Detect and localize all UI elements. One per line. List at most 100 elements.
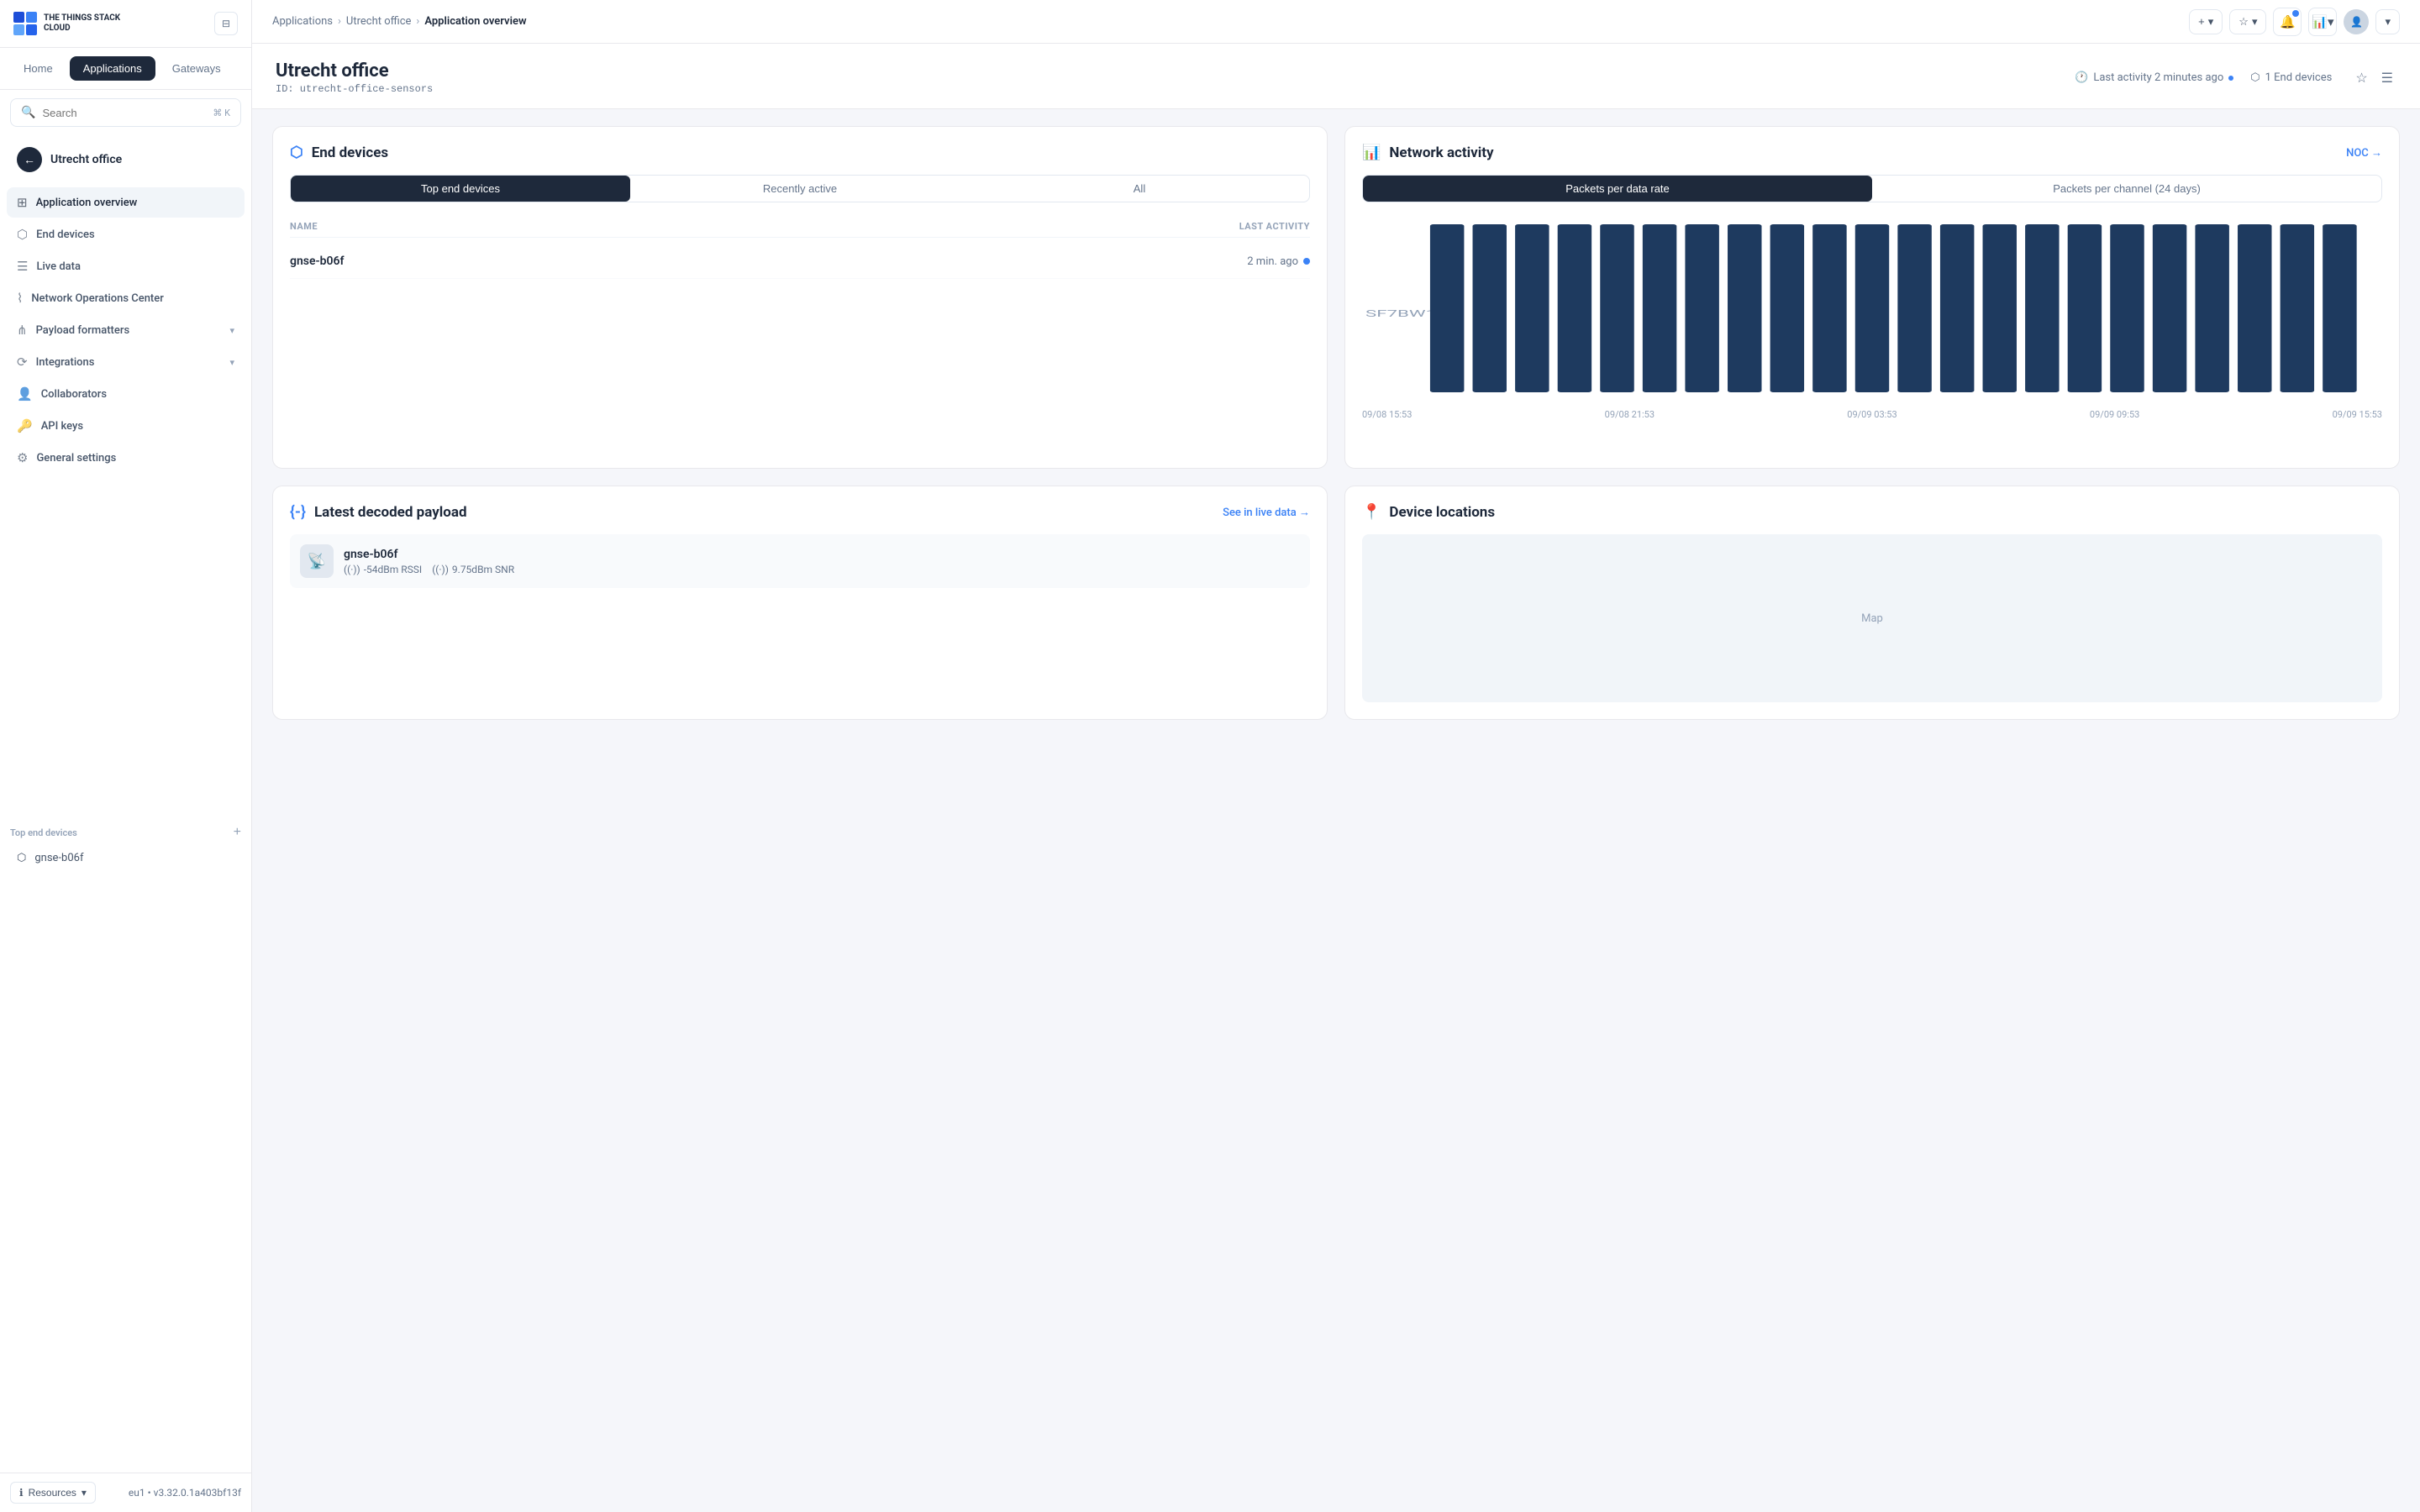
sidebar-header: THE THINGS STACK CLOUD ⊟ bbox=[0, 0, 251, 48]
device-filter-tabs: Top end devices Recently active All bbox=[290, 175, 1310, 202]
end-devices-count: 1 End devices bbox=[2265, 71, 2333, 84]
user-avatar-button[interactable]: 👤 bbox=[2344, 9, 2369, 34]
device-table-header: NAME LAST ACTIVITY bbox=[290, 216, 1310, 238]
end-devices-count-item[interactable]: ⬡ 1 End devices bbox=[2250, 71, 2332, 84]
tab-home[interactable]: Home bbox=[10, 56, 66, 81]
sidebar-item-collaborators[interactable]: 👤 Collaborators bbox=[7, 379, 245, 409]
snr-value: ((·)) 9.75dBm SNR bbox=[432, 564, 514, 575]
bookmark-chevron-icon: ▾ bbox=[2252, 15, 2258, 29]
tab-gateways[interactable]: Gateways bbox=[159, 56, 234, 81]
network-icon: 📊 bbox=[1362, 144, 1381, 161]
activity-icon: 🕐 bbox=[2075, 71, 2088, 84]
page-header-icons: ☆ ☰ bbox=[2352, 66, 2396, 90]
add-device-button[interactable]: + bbox=[234, 825, 241, 840]
logo-sq-3 bbox=[13, 24, 24, 35]
sidebar-item-end-devices[interactable]: ⬡ End devices bbox=[7, 219, 245, 249]
last-activity-item: 🕐 Last activity 2 minutes ago bbox=[2075, 71, 2233, 84]
api-keys-icon: 🔑 bbox=[17, 418, 33, 433]
dashboard-icon: 📊 bbox=[2312, 14, 2328, 29]
sidebar-device-gnse-b06f[interactable]: ⬡ gnse-b06f bbox=[7, 845, 245, 871]
page-title: Utrecht office bbox=[276, 60, 433, 81]
payload-device-info: gnse-b06f ((·)) -54dBm RSSI ((·)) 9.75dB… bbox=[344, 548, 514, 575]
dashboard-chevron-icon: ▾ bbox=[2328, 14, 2334, 29]
resources-icon: ℹ bbox=[19, 1487, 24, 1499]
sidebar-menu: ⊞ Application overview ⬡ End devices ☰ L… bbox=[0, 184, 251, 815]
logo-sq-1 bbox=[13, 12, 24, 23]
col-name: NAME bbox=[290, 221, 318, 232]
topbar: Applications › Utrecht office › Applicat… bbox=[252, 0, 2420, 44]
noc-icon: ⌇ bbox=[17, 291, 23, 306]
sidebar-item-live-data[interactable]: ☰ Live data bbox=[7, 251, 245, 281]
search-box: 🔍 ⌘ K bbox=[10, 98, 241, 127]
logo-icon bbox=[13, 12, 37, 35]
breadcrumb-application[interactable]: Utrecht office bbox=[346, 15, 412, 28]
settings-icon: ⚙ bbox=[17, 450, 28, 465]
devices-icon: ⬡ bbox=[17, 227, 28, 242]
tab-top-end-devices[interactable]: Top end devices bbox=[291, 176, 630, 202]
x-label-2: 09/08 21:53 bbox=[1605, 409, 1655, 420]
page-id: ID: utrecht-office-sensors bbox=[276, 83, 433, 95]
search-icon: 🔍 bbox=[21, 106, 35, 119]
sidebar-item-integrations[interactable]: ⟳ Integrations ▾ bbox=[7, 347, 245, 377]
sidebar-item-payload-formatters[interactable]: ⋔ Payload formatters ▾ bbox=[7, 315, 245, 345]
payload-device-name: gnse-b06f bbox=[344, 548, 514, 561]
x-label-5: 09/09 15:53 bbox=[2333, 409, 2382, 420]
tab-applications[interactable]: Applications bbox=[70, 56, 155, 81]
network-activity-title: 📊 Network activity bbox=[1362, 144, 1494, 161]
dashboard-button[interactable]: 📊 ▾ bbox=[2308, 8, 2337, 36]
add-button[interactable]: + ▾ bbox=[2189, 9, 2223, 34]
breadcrumb-applications[interactable]: Applications bbox=[272, 15, 333, 28]
tab-recently-active[interactable]: Recently active bbox=[630, 176, 970, 202]
logo-sq-4 bbox=[26, 24, 37, 35]
version-label: eu1 • v3.32.0.1a403bf13f bbox=[129, 1487, 241, 1499]
rssi-value: ((·)) -54dBm RSSI bbox=[344, 564, 422, 575]
page-header: Utrecht office ID: utrecht-office-sensor… bbox=[252, 44, 2420, 109]
search-shortcut: ⌘ K bbox=[213, 108, 230, 118]
tab-packets-channel[interactable]: Packets per channel (24 days) bbox=[1872, 176, 2381, 202]
page-menu-button[interactable]: ☰ bbox=[2378, 66, 2396, 90]
topbar-actions: + ▾ ☆ ▾ 🔔 📊 ▾ 👤 ▾ bbox=[2189, 8, 2400, 36]
back-arrow-icon: ← bbox=[17, 147, 42, 172]
search-input[interactable] bbox=[42, 107, 206, 119]
bookmark-button[interactable]: ☆ ▾ bbox=[2229, 9, 2266, 34]
logo-area: THE THINGS STACK CLOUD bbox=[13, 12, 120, 35]
payload-icon: {-} bbox=[290, 503, 306, 521]
content-grid: ⬡ End devices Top end devices Recently a… bbox=[252, 109, 2420, 737]
sidebar-item-general-settings[interactable]: ⚙ General settings bbox=[7, 443, 245, 473]
chart-filter-tabs: Packets per data rate Packets per channe… bbox=[1362, 175, 2382, 202]
network-activity-card-header: 📊 Network activity NOC → bbox=[1362, 144, 2382, 161]
activity-dot bbox=[1303, 258, 1310, 265]
notifications-button[interactable]: 🔔 bbox=[2273, 8, 2302, 36]
snr-icon: ((·)) bbox=[432, 564, 449, 575]
logo-text: THE THINGS STACK CLOUD bbox=[44, 13, 120, 34]
chart-bars: SF7BW1... bbox=[1362, 216, 2382, 401]
device-locations-card: 📍 Device locations Map bbox=[1344, 486, 2400, 720]
device-icon: ⬡ bbox=[17, 852, 26, 864]
sidebar: THE THINGS STACK CLOUD ⊟ Home Applicatio… bbox=[0, 0, 252, 1512]
plus-icon: + bbox=[2198, 15, 2205, 28]
device-row[interactable]: gnse-b06f 2 min. ago bbox=[290, 244, 1310, 279]
sidebar-back-button[interactable]: ← Utrecht office bbox=[7, 139, 245, 181]
user-menu-button[interactable]: ▾ bbox=[2375, 9, 2400, 34]
collaborators-icon: 👤 bbox=[17, 386, 33, 402]
sidebar-item-noc[interactable]: ⌇ Network Operations Center bbox=[7, 283, 245, 313]
sidebar-item-overview[interactable]: ⊞ Application overview bbox=[7, 187, 245, 218]
noc-link[interactable]: NOC → bbox=[2346, 146, 2382, 160]
live-data-icon: ☰ bbox=[17, 259, 28, 274]
network-chart: SF7BW1... bbox=[1362, 216, 2382, 451]
page-bookmark-button[interactable]: ☆ bbox=[2352, 66, 2370, 90]
resources-button[interactable]: ℹ Resources ▾ bbox=[10, 1482, 96, 1504]
x-label-4: 09/09 09:53 bbox=[2090, 409, 2139, 420]
payload-device-row[interactable]: 📡 gnse-b06f ((·)) -54dBm RSSI ((·)) 9.75… bbox=[290, 534, 1310, 588]
page-header-meta: 🕐 Last activity 2 minutes ago ⬡ 1 End de… bbox=[2075, 71, 2332, 84]
see-live-data-link[interactable]: See in live data → bbox=[1223, 506, 1310, 519]
integrations-icon: ⟳ bbox=[17, 354, 28, 370]
sidebar-collapse-button[interactable]: ⊟ bbox=[214, 12, 238, 35]
tab-packets-data-rate[interactable]: Packets per data rate bbox=[1363, 176, 1872, 202]
sidebar-item-api-keys[interactable]: 🔑 API keys bbox=[7, 411, 245, 441]
main-content: Applications › Utrecht office › Applicat… bbox=[252, 0, 2420, 1512]
chevron-down-icon-2: ▾ bbox=[229, 357, 234, 368]
notification-badge bbox=[2292, 10, 2299, 17]
signal-icon: ((·)) bbox=[344, 564, 360, 575]
tab-all-devices[interactable]: All bbox=[970, 176, 1309, 202]
